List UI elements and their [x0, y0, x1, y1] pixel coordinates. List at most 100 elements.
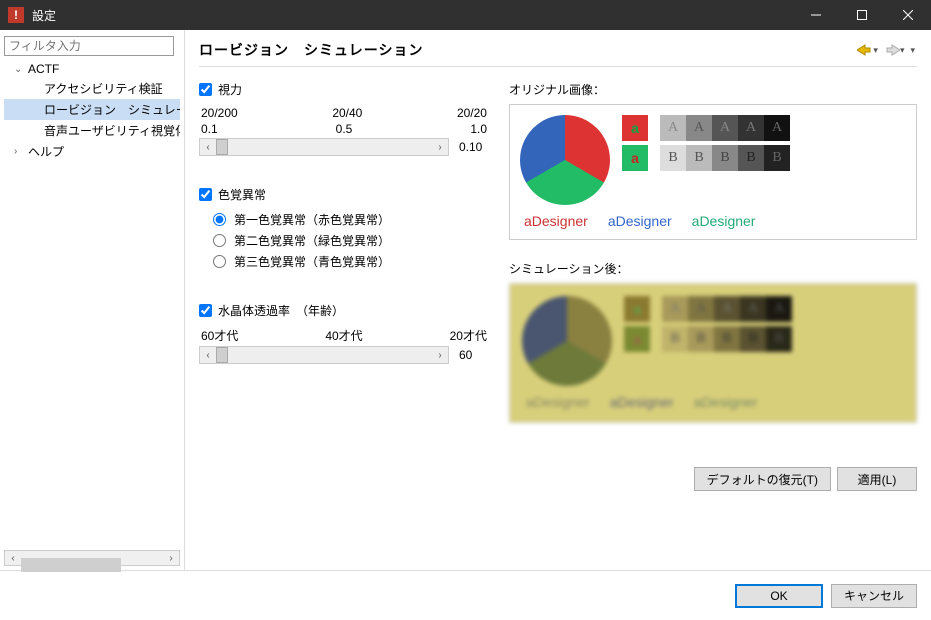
- original-label: オリジナル画像：: [509, 81, 917, 98]
- scale-label: 60才代: [201, 327, 238, 344]
- gray-cell: B: [688, 326, 714, 352]
- radio-input[interactable]: [213, 213, 226, 226]
- radio-protanopia[interactable]: 第一色覚異常（赤色覚異常）: [213, 211, 489, 228]
- gray-cell: A: [766, 296, 792, 322]
- scroll-left-icon[interactable]: ‹: [5, 553, 21, 564]
- simulated-preview: a a A A A A A B: [509, 283, 917, 423]
- slider-right-icon[interactable]: ›: [432, 350, 448, 361]
- slider-left-icon[interactable]: ‹: [200, 142, 216, 153]
- main-panel: ロービジョン シミュレーション ▾ ▾ ▾: [185, 30, 931, 570]
- gray-cell: A: [688, 296, 714, 322]
- gray-cell: A: [738, 115, 764, 141]
- tree-item-actf[interactable]: ⌄ ACTF: [4, 60, 180, 78]
- radio-input[interactable]: [213, 234, 226, 247]
- swatch-green: a: [622, 145, 648, 171]
- expand-icon[interactable]: ⌄: [14, 64, 26, 75]
- vision-label: 視力: [218, 81, 242, 98]
- gray-cell: B: [686, 145, 712, 171]
- slider-right-icon[interactable]: ›: [432, 142, 448, 153]
- nav-back-button[interactable]: ▾: [855, 44, 880, 56]
- radio-label: 第三色覚異常（青色覚異常）: [234, 253, 390, 270]
- gray-cell: A: [662, 296, 688, 322]
- nav-menu-button[interactable]: ▾: [908, 44, 917, 56]
- gray-cell: A: [764, 115, 790, 141]
- minimize-button[interactable]: [793, 0, 839, 30]
- tree-item-voice[interactable]: 音声ユーザビリティ視覚化: [4, 120, 180, 141]
- swatch-green-sim: a: [624, 326, 650, 352]
- colorblind-radios: 第一色覚異常（赤色覚異常） 第二色覚異常（緑色覚異常） 第三色覚異常（青色覚異常…: [199, 211, 489, 270]
- designer-label-blue: aDesigner: [608, 213, 672, 229]
- close-button[interactable]: [885, 0, 931, 30]
- radio-deuteranopia[interactable]: 第二色覚異常（緑色覚異常）: [213, 232, 489, 249]
- ok-button[interactable]: OK: [735, 584, 823, 608]
- scale-label: 1.0: [470, 122, 487, 136]
- titlebar: 設定: [0, 0, 931, 30]
- gray-cell: B: [738, 145, 764, 171]
- lens-slider[interactable]: ‹ ›: [199, 346, 449, 364]
- tree-label: ロービジョン シミュレーショ: [44, 101, 180, 118]
- lens-scale: 60才代 40才代 20才代: [201, 327, 487, 344]
- window-title: 設定: [32, 7, 793, 24]
- scale-label: 0.5: [336, 122, 353, 136]
- radio-tritanopia[interactable]: 第三色覚異常（青色覚異常）: [213, 253, 489, 270]
- scale-label: 20/20: [457, 106, 487, 120]
- apply-button[interactable]: 適用(L): [837, 467, 917, 491]
- vision-checkbox-input[interactable]: [199, 83, 212, 96]
- gray-cell: A: [714, 296, 740, 322]
- colorblind-checkbox[interactable]: 色覚異常: [199, 186, 489, 203]
- vision-value: 0.10: [459, 140, 489, 154]
- scale-label: 20/40: [332, 106, 362, 120]
- lens-value: 60: [459, 348, 489, 362]
- slider-thumb[interactable]: [216, 139, 228, 155]
- gray-cell: A: [686, 115, 712, 141]
- tree-label: ヘルプ: [28, 143, 64, 160]
- nav-forward-button[interactable]: ▾: [882, 44, 907, 56]
- slider-thumb[interactable]: [216, 347, 228, 363]
- tree-label: アクセシビリティ検証: [44, 80, 163, 97]
- gray-cell: B: [714, 326, 740, 352]
- colorblind-checkbox-input[interactable]: [199, 188, 212, 201]
- lens-checkbox-input[interactable]: [199, 304, 212, 317]
- gray-cell: B: [740, 326, 766, 352]
- swatch-red: a: [622, 115, 648, 141]
- vision-scale-bot: 0.1 0.5 1.0: [201, 122, 487, 136]
- tree-item-lowvision[interactable]: ロービジョン シミュレーショ: [4, 99, 180, 120]
- gray-cell: A: [712, 115, 738, 141]
- vision-slider[interactable]: ‹ ›: [199, 138, 449, 156]
- tree: ⌄ ACTF アクセシビリティ検証 ロービジョン シミュレーショ 音声ユーザビリ…: [4, 60, 180, 550]
- scroll-right-icon[interactable]: ›: [163, 553, 179, 564]
- radio-input[interactable]: [213, 255, 226, 268]
- tree-item-help[interactable]: › ヘルプ: [4, 141, 180, 162]
- dialog-footer: OK キャンセル: [0, 570, 931, 620]
- gray-cell: B: [660, 145, 686, 171]
- filter-input[interactable]: [4, 36, 174, 56]
- tree-item-accessibility[interactable]: アクセシビリティ検証: [4, 78, 180, 99]
- scale-label: 20才代: [450, 327, 487, 344]
- gray-cell: B: [764, 145, 790, 171]
- lens-label: 水晶体透過率 （年齢）: [218, 302, 344, 319]
- scale-label: 20/200: [201, 106, 238, 120]
- swatch-red-sim: a: [624, 296, 650, 322]
- gray-cell: A: [740, 296, 766, 322]
- designer-label-sim: aDesigner: [694, 394, 758, 410]
- restore-defaults-button[interactable]: デフォルトの復元(T): [694, 467, 831, 491]
- scale-label: 40才代: [325, 327, 362, 344]
- maximize-button[interactable]: [839, 0, 885, 30]
- vision-scale-top: 20/200 20/40 20/20: [201, 106, 487, 120]
- radio-label: 第二色覚異常（緑色覚異常）: [234, 232, 390, 249]
- tree-label: ACTF: [28, 62, 59, 76]
- designer-label-green: aDesigner: [692, 213, 756, 229]
- cancel-button[interactable]: キャンセル: [831, 584, 917, 608]
- vision-checkbox[interactable]: 視力: [199, 81, 489, 98]
- lens-checkbox[interactable]: 水晶体透過率 （年齢）: [199, 302, 489, 319]
- scroll-thumb[interactable]: [21, 558, 121, 572]
- gray-cell: B: [766, 326, 792, 352]
- page-title: ロービジョン シミュレーション: [199, 40, 855, 60]
- designer-label-sim: aDesigner: [526, 394, 590, 410]
- sidebar-scrollbar[interactable]: ‹ ›: [4, 550, 180, 566]
- designer-label-sim: aDesigner: [610, 394, 674, 410]
- gray-cell: B: [712, 145, 738, 171]
- slider-left-icon[interactable]: ‹: [200, 350, 216, 361]
- expand-icon[interactable]: ›: [14, 146, 26, 157]
- gray-cell: A: [660, 115, 686, 141]
